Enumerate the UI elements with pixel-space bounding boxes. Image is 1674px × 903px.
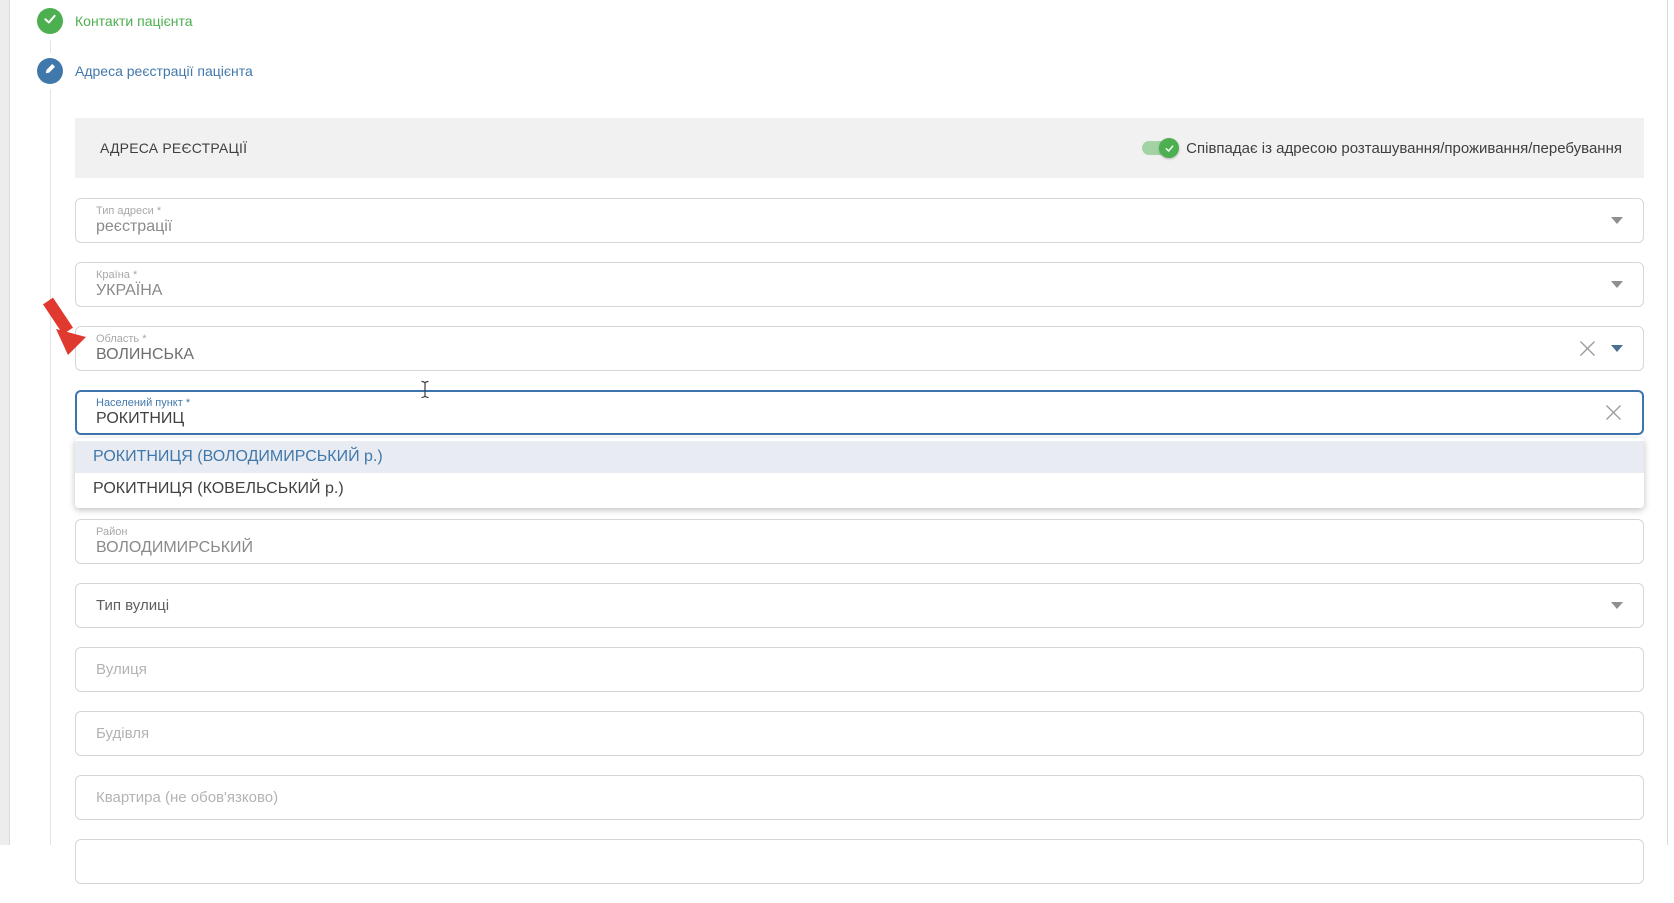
street-placeholder: Вулиця <box>96 661 1623 678</box>
step-label-registration-address[interactable]: Адреса реєстрації пацієнта <box>75 62 253 80</box>
stepper-connector <box>50 89 51 845</box>
settlement-suggestions-dropdown: РОКИТНИЦЯ (ВОЛОДИМИРСЬКИЙ р.) РОКИТНИЦЯ … <box>75 438 1644 508</box>
address-panel-header: АДРЕСА РЕЄСТРАЦІЇ Співпадає із адресою р… <box>75 118 1644 178</box>
check-icon <box>43 12 57 31</box>
street-type-select[interactable]: Тип вулиці <box>75 583 1644 628</box>
building-placeholder: Будівля <box>96 725 1623 742</box>
district-label: Район <box>96 526 1623 538</box>
settlement-input[interactable]: Населений пункт * РОКИТНИЦ <box>75 390 1644 435</box>
address-type-value: реєстрації <box>96 218 1597 236</box>
scrollbar-track-edge[interactable] <box>1667 0 1668 845</box>
step-active-indicator[interactable] <box>37 58 63 84</box>
address-type-select[interactable]: Тип адреси * реєстрації <box>75 198 1644 243</box>
annotation-arrow <box>34 293 90 359</box>
page-left-edge <box>0 0 10 845</box>
clear-icon[interactable] <box>1604 403 1623 422</box>
same-address-toggle-group: Співпадає із адресою розташування/прожив… <box>1142 140 1622 157</box>
building-input[interactable]: Будівля <box>75 711 1644 756</box>
same-address-toggle[interactable] <box>1142 141 1176 155</box>
street-type-placeholder: Тип вулиці <box>96 597 1597 614</box>
clear-icon[interactable] <box>1578 339 1597 358</box>
panel-title: АДРЕСА РЕЄСТРАЦІЇ <box>100 140 247 156</box>
next-field-partial[interactable] <box>75 839 1644 884</box>
settlement-value: РОКИТНИЦ <box>96 410 1590 428</box>
text-cursor-icon <box>419 380 431 399</box>
apartment-placeholder: Квартира (не обов'язково) <box>96 789 1623 806</box>
country-label: Країна * <box>96 269 1597 281</box>
toggle-thumb <box>1159 138 1179 158</box>
pencil-icon <box>44 62 57 80</box>
step-completed-indicator[interactable] <box>37 8 63 34</box>
chevron-down-icon[interactable] <box>1611 281 1623 288</box>
region-label: Область * <box>96 333 1564 345</box>
check-icon <box>1164 143 1175 154</box>
registration-address-section: АДРЕСА РЕЄСТРАЦІЇ Співпадає із адресою р… <box>75 118 1644 903</box>
apartment-input[interactable]: Квартира (не обов'язково) <box>75 775 1644 820</box>
chevron-down-icon[interactable] <box>1611 217 1623 224</box>
settlement-option-volodymyrskyi[interactable]: РОКИТНИЦЯ (ВОЛОДИМИРСЬКИЙ р.) <box>75 441 1644 473</box>
patient-address-page: { "stepper": { "steps": [ { "label": "Ко… <box>0 0 1674 845</box>
chevron-down-icon[interactable] <box>1611 602 1623 609</box>
district-value: ВОЛОДИМИРСЬКИЙ <box>96 539 1623 557</box>
region-value: ВОЛИНСЬКА <box>96 346 1564 364</box>
country-value: УКРАЇНА <box>96 282 1597 300</box>
step-label-contacts[interactable]: Контакти пацієнта <box>75 12 193 30</box>
stepper-connector <box>50 40 51 53</box>
chevron-down-icon[interactable] <box>1611 345 1623 352</box>
settlement-label: Населений пункт * <box>96 397 1590 409</box>
region-select[interactable]: Область * ВОЛИНСЬКА <box>75 326 1644 371</box>
country-select[interactable]: Країна * УКРАЇНА <box>75 262 1644 307</box>
street-input[interactable]: Вулиця <box>75 647 1644 692</box>
district-field[interactable]: Район ВОЛОДИМИРСЬКИЙ <box>75 519 1644 564</box>
address-type-label: Тип адреси * <box>96 205 1597 217</box>
same-address-toggle-label: Співпадає із адресою розташування/прожив… <box>1186 140 1622 157</box>
settlement-option-kovelskyi[interactable]: РОКИТНИЦЯ (КОВЕЛЬСЬКИЙ р.) <box>75 473 1644 505</box>
